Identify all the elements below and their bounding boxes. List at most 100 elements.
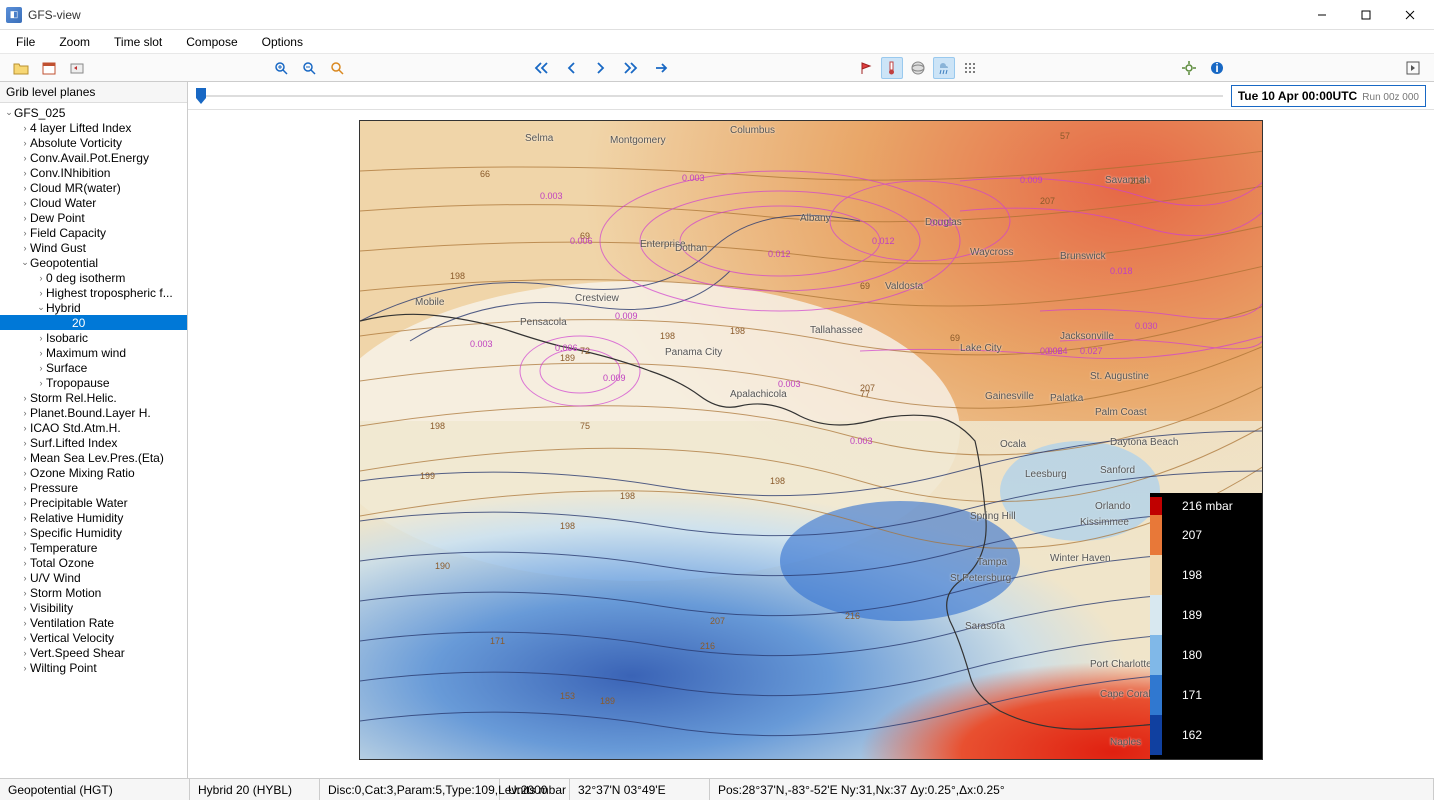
tree-item[interactable]: ›Vertical Velocity xyxy=(0,630,187,645)
weather-map[interactable]: SelmaMontgomeryColumbusAlbanyDouglasSava… xyxy=(359,120,1263,760)
tree-item[interactable]: ›Cloud Water xyxy=(0,195,187,210)
maximize-button[interactable] xyxy=(1352,5,1380,25)
time-slider-thumb[interactable] xyxy=(196,88,206,104)
tree-root[interactable]: ⌄GFS_025 xyxy=(0,105,187,120)
tree-item[interactable]: ›Cloud MR(water) xyxy=(0,180,187,195)
tree-item[interactable]: ›Tropopause xyxy=(0,375,187,390)
tree-label: Visibility xyxy=(30,601,73,615)
tree-item[interactable]: ›Ventilation Rate xyxy=(0,615,187,630)
tree-label: Total Ozone xyxy=(30,556,94,570)
globe-icon[interactable] xyxy=(907,57,929,79)
chevron-right-icon: › xyxy=(20,153,30,163)
pink-label: 0.003 xyxy=(778,379,801,389)
next-frame-icon[interactable] xyxy=(590,57,612,79)
app-icon: ◧ xyxy=(6,7,22,23)
tree-item[interactable]: ›Precipitable Water xyxy=(0,495,187,510)
tree-root-label: GFS_025 xyxy=(14,106,65,120)
city-label: Valdosta xyxy=(885,281,923,292)
tree-item[interactable]: ›U/V Wind xyxy=(0,570,187,585)
tree-geopotential[interactable]: ⌄Geopotential xyxy=(0,255,187,270)
city-label: Crestview xyxy=(575,293,619,304)
tree-item[interactable]: ›4 layer Lifted Index xyxy=(0,120,187,135)
last-frame-icon[interactable] xyxy=(620,57,642,79)
refresh-map-icon[interactable] xyxy=(66,57,88,79)
titlebar: ◧ GFS-view xyxy=(0,0,1434,30)
settings-icon[interactable] xyxy=(1178,57,1200,79)
tree-item[interactable]: ›ICAO Std.Atm.H. xyxy=(0,420,187,435)
close-button[interactable] xyxy=(1396,5,1424,25)
zoom-out-icon[interactable] xyxy=(298,57,320,79)
calendar-icon[interactable] xyxy=(38,57,60,79)
contour-label: 198 xyxy=(660,331,675,341)
play-icon[interactable] xyxy=(650,57,672,79)
chevron-right-icon: › xyxy=(20,663,30,673)
tree-item[interactable]: ›Relative Humidity xyxy=(0,510,187,525)
tree-label: Mean Sea Lev.Pres.(Eta) xyxy=(30,451,164,465)
tree-label: Temperature xyxy=(30,541,97,555)
tree-item[interactable]: ›Surf.Lifted Index xyxy=(0,435,187,450)
tree-item[interactable]: ›Storm Motion xyxy=(0,585,187,600)
tree-item[interactable]: ›Dew Point xyxy=(0,210,187,225)
menu-timeslot[interactable]: Time slot xyxy=(104,33,172,51)
tree-item[interactable]: ›Ozone Mixing Ratio xyxy=(0,465,187,480)
tree-item[interactable]: ›Highest tropospheric f... xyxy=(0,285,187,300)
sidebar: Grib level planes ⌄GFS_025 ›4 layer Lift… xyxy=(0,82,188,778)
zoom-fit-icon[interactable] xyxy=(326,57,348,79)
tree-item[interactable]: ›Vert.Speed Shear xyxy=(0,645,187,660)
tree-item[interactable]: ›Conv.INhibition xyxy=(0,165,187,180)
tree-item[interactable]: ›Surface xyxy=(0,360,187,375)
tree-item[interactable]: ›Temperature xyxy=(0,540,187,555)
info-icon[interactable]: i xyxy=(1206,57,1228,79)
chevron-right-icon: › xyxy=(36,363,46,373)
open-file-icon[interactable] xyxy=(10,57,32,79)
prev-frame-icon[interactable] xyxy=(560,57,582,79)
toolbar: i xyxy=(0,54,1434,82)
first-frame-icon[interactable] xyxy=(530,57,552,79)
tree[interactable]: ⌄GFS_025 ›4 layer Lifted Index›Absolute … xyxy=(0,103,187,778)
tree-label: ICAO Std.Atm.H. xyxy=(30,421,121,435)
grid-icon[interactable] xyxy=(959,57,981,79)
chevron-right-icon: › xyxy=(20,618,30,628)
tree-item[interactable]: ›0 deg isotherm xyxy=(0,270,187,285)
menu-options[interactable]: Options xyxy=(252,33,313,51)
tree-item[interactable]: ›Conv.Avail.Pot.Energy xyxy=(0,150,187,165)
city-label: Tallahassee xyxy=(810,325,863,336)
menu-compose[interactable]: Compose xyxy=(176,33,247,51)
tree-item[interactable]: 20 xyxy=(0,315,187,330)
chevron-right-icon: › xyxy=(20,648,30,658)
tree-item[interactable]: ›Total Ozone xyxy=(0,555,187,570)
city-label: Jacksonville xyxy=(1060,331,1114,342)
wind-flag-icon[interactable] xyxy=(855,57,877,79)
tree-item[interactable]: ›Wind Gust xyxy=(0,240,187,255)
contour-label: 216 xyxy=(845,611,860,621)
statusbar: Geopotential (HGT) Hybrid 20 (HYBL) Disc… xyxy=(0,778,1434,800)
time-slider-bar: Tue 10 Apr 00:00UTC Run 00z 000 xyxy=(188,82,1434,110)
tree-item[interactable]: ›Maximum wind xyxy=(0,345,187,360)
tree-item[interactable]: ›Storm Rel.Helic. xyxy=(0,390,187,405)
city-label: Port Charlotte xyxy=(1090,659,1152,670)
precipitation-icon[interactable] xyxy=(933,57,955,79)
menu-zoom[interactable]: Zoom xyxy=(49,33,100,51)
tree-item[interactable]: ›Wilting Point xyxy=(0,660,187,675)
tree-item[interactable]: ›Isobaric xyxy=(0,330,187,345)
tree-item[interactable]: ›Planet.Bound.Layer H. xyxy=(0,405,187,420)
chevron-right-icon: › xyxy=(36,288,46,298)
tree-item[interactable]: ⌄Hybrid xyxy=(0,300,187,315)
tree-item[interactable]: ›Specific Humidity xyxy=(0,525,187,540)
tree-item[interactable]: ›Mean Sea Lev.Pres.(Eta) xyxy=(0,450,187,465)
menu-file[interactable]: File xyxy=(6,33,45,51)
tree-item[interactable]: ›Absolute Vorticity xyxy=(0,135,187,150)
chevron-right-icon: › xyxy=(20,123,30,133)
minimize-button[interactable] xyxy=(1308,5,1336,25)
tree-item[interactable]: ›Pressure xyxy=(0,480,187,495)
time-slider-track[interactable] xyxy=(196,95,1223,97)
tree-label: Pressure xyxy=(30,481,78,495)
zoom-in-icon[interactable] xyxy=(270,57,292,79)
city-label: Leesburg xyxy=(1025,469,1067,480)
chevron-right-icon: › xyxy=(20,573,30,583)
chevron-right-icon: › xyxy=(20,558,30,568)
temperature-icon[interactable] xyxy=(881,57,903,79)
tree-item[interactable]: ›Field Capacity xyxy=(0,225,187,240)
expand-panel-icon[interactable] xyxy=(1402,57,1424,79)
tree-item[interactable]: ›Visibility xyxy=(0,600,187,615)
